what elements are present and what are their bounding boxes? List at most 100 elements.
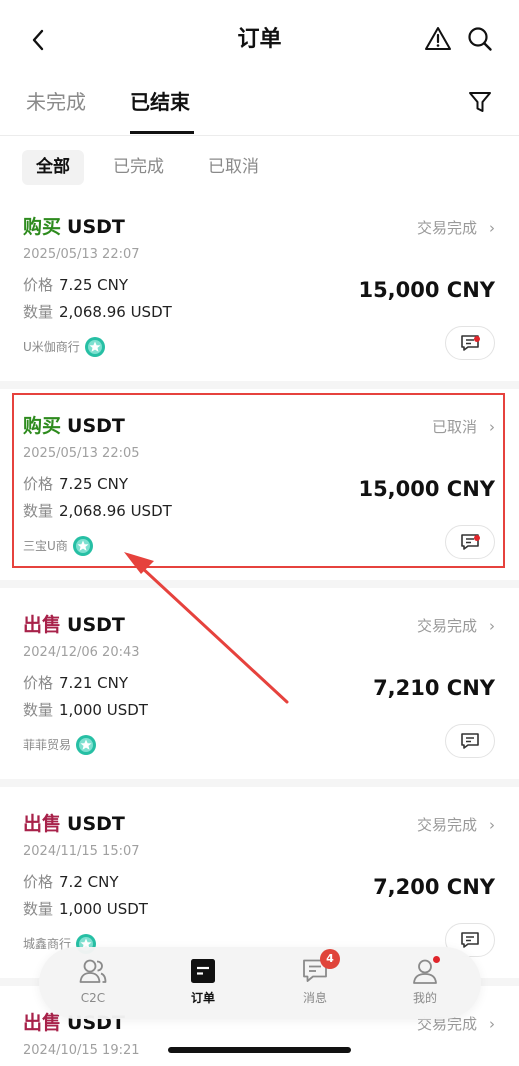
order-price-row: 价格 7.25 CNY xyxy=(23,274,128,296)
order-status[interactable]: 已取消 › xyxy=(432,415,495,439)
chevron-right-icon: › xyxy=(489,1015,495,1033)
order-side: 出售 xyxy=(23,813,62,835)
price-value: 7.2 CNY xyxy=(59,873,119,891)
order-price-row: 价格 7.2 CNY xyxy=(23,871,119,893)
orders-icon xyxy=(188,956,218,986)
merchant[interactable]: 三宝U商 xyxy=(23,535,94,557)
verified-merchant-icon xyxy=(84,336,106,358)
qty-value: 2,068.96 USDT xyxy=(59,502,172,520)
nav-label: 消息 xyxy=(302,991,327,1005)
nav-label: 订单 xyxy=(190,991,215,1005)
price-value: 7.25 CNY xyxy=(59,475,129,493)
price-label: 价格 xyxy=(23,674,54,692)
chevron-right-icon: › xyxy=(489,219,495,237)
order-status[interactable]: 交易完成 › xyxy=(417,614,495,638)
filter-button[interactable] xyxy=(464,86,496,118)
subtab-completed[interactable]: 已完成 xyxy=(113,150,164,185)
order-time: 2024/10/15 19:21 xyxy=(23,1043,140,1058)
chat-button[interactable] xyxy=(445,724,495,758)
order-qty-row: 数量 1,000 USDT xyxy=(23,699,148,721)
verified-merchant-icon xyxy=(72,535,94,557)
order-price-row: 价格 7.21 CNY xyxy=(23,672,128,694)
qty-value: 2,068.96 USDT xyxy=(59,303,172,321)
chat-button[interactable] xyxy=(445,326,495,360)
nav-c2c[interactable]: C2C xyxy=(49,956,137,1012)
order-time: 2024/11/15 15:07 xyxy=(23,844,140,859)
order-asset: USDT xyxy=(67,216,125,238)
order-asset: USDT xyxy=(67,415,125,437)
message-icon: 4 xyxy=(300,949,340,986)
qty-value: 1,000 USDT xyxy=(59,900,148,918)
order-time: 2025/05/13 22:07 xyxy=(23,247,140,262)
merchant-name: U米伽商行 xyxy=(23,340,80,354)
order-amount: 7,210 CNY xyxy=(373,676,495,700)
order-card[interactable]: 购买 USDT 交易完成 › 2025/05/13 22:07 价格 7.25 CNY… xyxy=(0,214,519,390)
filter-icon xyxy=(469,92,491,112)
order-amount: 7,200 CNY xyxy=(373,875,495,899)
merchant[interactable]: U米伽商行 xyxy=(23,336,106,358)
merchant[interactable]: 菲菲贸易 xyxy=(23,734,97,756)
bottom-nav: C2C 订单 4 消息 我的 xyxy=(39,947,481,1019)
qty-label: 数量 xyxy=(23,900,54,918)
order-title: 出售 USDT xyxy=(23,811,125,837)
subtab-cancelled[interactable]: 已取消 xyxy=(208,150,259,185)
search-button[interactable] xyxy=(463,22,497,56)
profile-icon xyxy=(410,956,440,986)
order-side: 出售 xyxy=(23,614,62,636)
chevron-right-icon: › xyxy=(489,816,495,834)
nav-label: 我的 xyxy=(412,991,437,1005)
nav-profile[interactable]: 我的 xyxy=(381,956,469,1012)
order-asset: USDT xyxy=(67,813,125,835)
order-status-text: 交易完成 xyxy=(416,617,477,635)
warning-button[interactable] xyxy=(421,22,455,56)
nav-messages[interactable]: 4 消息 xyxy=(271,949,359,1012)
order-price-row: 价格 7.25 CNY xyxy=(23,473,128,495)
order-side: 购买 xyxy=(23,216,62,238)
order-side: 出售 xyxy=(23,1012,62,1034)
users-icon xyxy=(78,956,108,986)
order-qty-row: 数量 2,068.96 USDT xyxy=(23,301,172,323)
order-card[interactable]: 出售 USDT 交易完成 › 2024/12/06 20:43 价格 7.21 CNY… xyxy=(0,612,519,788)
active-tab-indicator xyxy=(130,131,194,134)
divider xyxy=(0,779,519,787)
tab-unfinished[interactable]: 未完成 xyxy=(26,88,86,116)
divider xyxy=(0,580,519,588)
order-status[interactable]: 交易完成 › xyxy=(417,813,495,837)
qty-value: 1,000 USDT xyxy=(59,701,148,719)
order-amount: 15,000 CNY xyxy=(358,477,495,501)
price-label: 价格 xyxy=(23,475,54,493)
header: 订单 xyxy=(0,0,519,80)
merchant-name: 菲菲贸易 xyxy=(23,738,72,752)
home-indicator[interactable] xyxy=(168,1047,351,1053)
divider xyxy=(0,381,519,389)
order-status-text: 交易完成 xyxy=(416,219,477,237)
tab-ended[interactable]: 已结束 xyxy=(130,88,190,116)
unread-count-badge: 4 xyxy=(320,949,340,969)
chat-button[interactable] xyxy=(445,525,495,559)
order-status-text: 交易完成 xyxy=(416,816,477,834)
nav-label: C2C xyxy=(80,991,106,1005)
subtab-all[interactable]: 全部 xyxy=(22,150,84,185)
chevron-right-icon: › xyxy=(489,617,495,635)
order-qty-row: 数量 1,000 USDT xyxy=(23,898,148,920)
chat-icon xyxy=(461,932,479,948)
order-title: 购买 USDT xyxy=(23,214,125,240)
order-time: 2024/12/06 20:43 xyxy=(23,645,140,660)
order-status[interactable]: 交易完成 › xyxy=(417,216,495,240)
chevron-right-icon: › xyxy=(489,418,495,436)
price-value: 7.25 CNY xyxy=(59,276,129,294)
merchant-name: 三宝U商 xyxy=(23,539,68,553)
nav-orders[interactable]: 订单 xyxy=(159,956,247,1012)
order-side: 购买 xyxy=(23,415,62,437)
qty-label: 数量 xyxy=(23,502,54,520)
order-card[interactable]: 购买 USDT 已取消 › 2025/05/13 22:05 价格 7.25 CNY … xyxy=(0,413,519,589)
order-qty-row: 数量 2,068.96 USDT xyxy=(23,500,172,522)
qty-label: 数量 xyxy=(23,303,54,321)
price-label: 价格 xyxy=(23,873,54,891)
status-tabs: 未完成 已结束 xyxy=(0,80,519,136)
price-value: 7.21 CNY xyxy=(59,674,129,692)
price-label: 价格 xyxy=(23,276,54,294)
unread-dot xyxy=(474,535,480,541)
order-amount: 15,000 CNY xyxy=(358,278,495,302)
order-status-text: 已取消 xyxy=(431,418,477,436)
